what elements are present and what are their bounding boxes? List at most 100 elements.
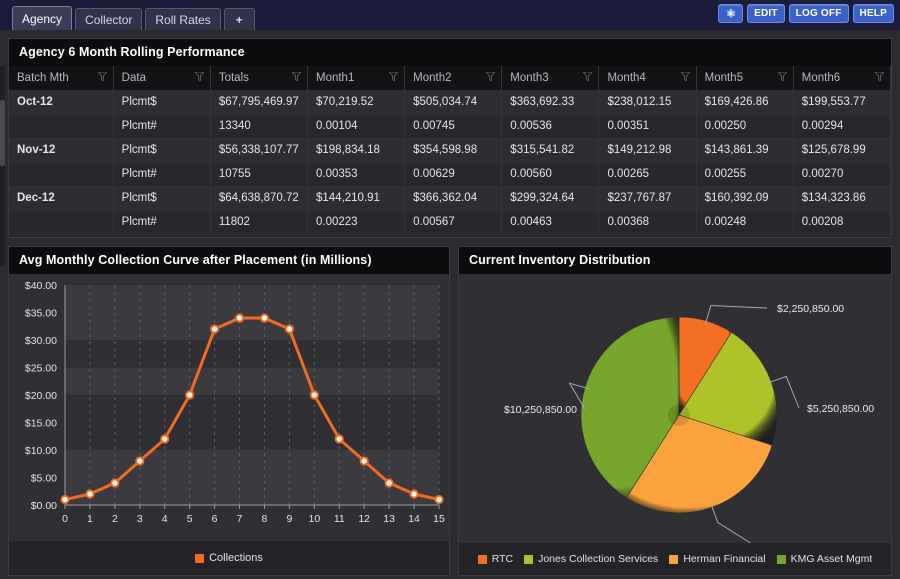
- data-point[interactable]: [211, 325, 218, 332]
- filter-icon[interactable]: [98, 72, 107, 84]
- column-header-month5[interactable]: Month5: [696, 66, 793, 90]
- data-point[interactable]: [111, 479, 118, 486]
- inventory-distribution-title: Current Inventory Distribution: [459, 247, 891, 274]
- column-header-month1[interactable]: Month1: [307, 66, 404, 90]
- tab-add-new[interactable]: +: [224, 8, 255, 30]
- table-cell: 11802: [210, 210, 307, 234]
- legend-item[interactable]: RTC: [478, 553, 513, 565]
- table-cell: [9, 162, 113, 186]
- data-point[interactable]: [336, 435, 343, 442]
- x-axis-tick-label: 5: [187, 513, 193, 525]
- data-point[interactable]: [136, 457, 143, 464]
- data-point[interactable]: [361, 457, 368, 464]
- column-label: Month2: [413, 72, 451, 84]
- help-button[interactable]: HELP: [853, 4, 894, 23]
- legend-item[interactable]: Herman Financial: [669, 553, 765, 565]
- table-cell: 0.00294: [793, 114, 890, 138]
- legend-swatch: [524, 555, 533, 564]
- data-point[interactable]: [186, 391, 193, 398]
- data-point[interactable]: [410, 490, 417, 497]
- legend-label: Jones Collection Services: [538, 553, 658, 565]
- table-cell: 0.00104: [307, 114, 404, 138]
- column-header-totals[interactable]: Totals: [210, 66, 307, 90]
- data-point[interactable]: [386, 479, 393, 486]
- plus-icon: +: [236, 13, 243, 27]
- table-cell: 0.00745: [405, 114, 502, 138]
- filter-icon[interactable]: [292, 72, 301, 84]
- settings-button[interactable]: [718, 4, 743, 23]
- table-cell: 0.00351: [599, 114, 696, 138]
- filter-icon[interactable]: [875, 72, 884, 84]
- column-header-month2[interactable]: Month2: [405, 66, 502, 90]
- column-header-month4[interactable]: Month4: [599, 66, 696, 90]
- main-content: Agency 6 Month Rolling Performance Batch…: [0, 30, 900, 579]
- filter-icon[interactable]: [681, 72, 690, 84]
- table-cell: 0.00255: [696, 162, 793, 186]
- data-point[interactable]: [311, 391, 318, 398]
- tab-collector[interactable]: Collector: [75, 8, 142, 30]
- tab-roll-rates[interactable]: Roll Rates: [145, 8, 220, 30]
- column-header-month3[interactable]: Month3: [502, 66, 599, 90]
- column-header-month6[interactable]: Month6: [793, 66, 890, 90]
- column-header-batch-mth[interactable]: Batch Mth: [9, 66, 113, 90]
- table-cell: 13340: [210, 114, 307, 138]
- legend-item[interactable]: KMG Asset Mgmt: [777, 553, 873, 565]
- data-point[interactable]: [286, 325, 293, 332]
- table-row[interactable]: Nov-12Plcmt$$56,338,107.77$198,834.18$35…: [9, 138, 891, 162]
- y-axis-tick-label: $30.00: [25, 335, 57, 347]
- table-cell: 0.00560: [502, 162, 599, 186]
- data-point[interactable]: [435, 496, 442, 503]
- table-row[interactable]: Plcmt#118020.002230.005670.004630.003680…: [9, 210, 891, 234]
- data-point[interactable]: [236, 314, 243, 321]
- left-scrollbar-thumb[interactable]: [0, 100, 5, 166]
- data-point[interactable]: [61, 496, 68, 503]
- table-row[interactable]: Oct-12Plcmt$$67,795,469.97$70,219.52$505…: [9, 90, 891, 114]
- column-header-data[interactable]: Data: [113, 66, 210, 90]
- y-axis-tick-label: $20.00: [25, 390, 57, 402]
- table-cell: $143,861.39: [696, 138, 793, 162]
- column-label: Month6: [802, 72, 840, 84]
- pie-leader-line: [711, 503, 771, 545]
- table-cell: $199,553.77: [793, 90, 890, 114]
- table-cell: $237,767.87: [599, 186, 696, 210]
- table-cell: 0.00368: [599, 210, 696, 234]
- filter-icon[interactable]: [486, 72, 495, 84]
- filter-icon[interactable]: [583, 72, 592, 84]
- legend-item[interactable]: Jones Collection Services: [524, 553, 658, 565]
- collection-curve-panel: Avg Monthly Collection Curve after Place…: [8, 246, 450, 576]
- column-label: Batch Mth: [17, 72, 69, 84]
- x-axis-tick-label: 8: [262, 513, 268, 525]
- x-axis-tick-label: 9: [286, 513, 292, 525]
- charts-row: Avg Monthly Collection Curve after Place…: [8, 246, 892, 576]
- edit-button[interactable]: EDIT: [747, 4, 785, 23]
- table-cell: 0.00250: [696, 114, 793, 138]
- table-cell: [9, 210, 113, 234]
- data-point[interactable]: [86, 490, 93, 497]
- table-cell: $169,426.86: [696, 90, 793, 114]
- tab-agency[interactable]: Agency: [12, 6, 72, 30]
- table-cell: [9, 114, 113, 138]
- log-off-button[interactable]: LOG OFF: [789, 4, 849, 23]
- table-cell: 0.00208: [793, 210, 890, 234]
- collection-curve-plot: $0.00$5.00$10.00$15.00$20.00$25.00$30.00…: [9, 275, 449, 543]
- legend-swatch: [669, 555, 678, 564]
- data-point[interactable]: [261, 314, 268, 321]
- filter-icon[interactable]: [389, 72, 398, 84]
- pie-value-label: $10,250,850.00: [504, 404, 577, 416]
- table-cell: 0.00567: [405, 210, 502, 234]
- filter-icon[interactable]: [195, 72, 204, 84]
- legend-item-collections[interactable]: Collections: [195, 552, 263, 564]
- inventory-pie-legend: RTC Jones Collection Services Herman Finan…: [459, 543, 891, 575]
- table-row[interactable]: Dec-12Plcmt$$64,638,870.72$144,210.91$36…: [9, 186, 891, 210]
- filter-icon[interactable]: [778, 72, 787, 84]
- table-cell: 0.00463: [502, 210, 599, 234]
- data-point[interactable]: [161, 435, 168, 442]
- left-scrollbar[interactable]: [0, 66, 5, 266]
- table-row[interactable]: Plcmt#107550.003530.006290.005600.002650…: [9, 162, 891, 186]
- y-axis-tick-label: $40.00: [25, 280, 57, 292]
- legend-label-collections: Collections: [209, 552, 263, 564]
- table-cell: $56,338,107.77: [210, 138, 307, 162]
- line-chart-svg: $0.00$5.00$10.00$15.00$20.00$25.00$30.00…: [9, 275, 450, 543]
- table-row[interactable]: Plcmt#133400.001040.007450.005360.003510…: [9, 114, 891, 138]
- y-axis-tick-label: $10.00: [25, 445, 57, 457]
